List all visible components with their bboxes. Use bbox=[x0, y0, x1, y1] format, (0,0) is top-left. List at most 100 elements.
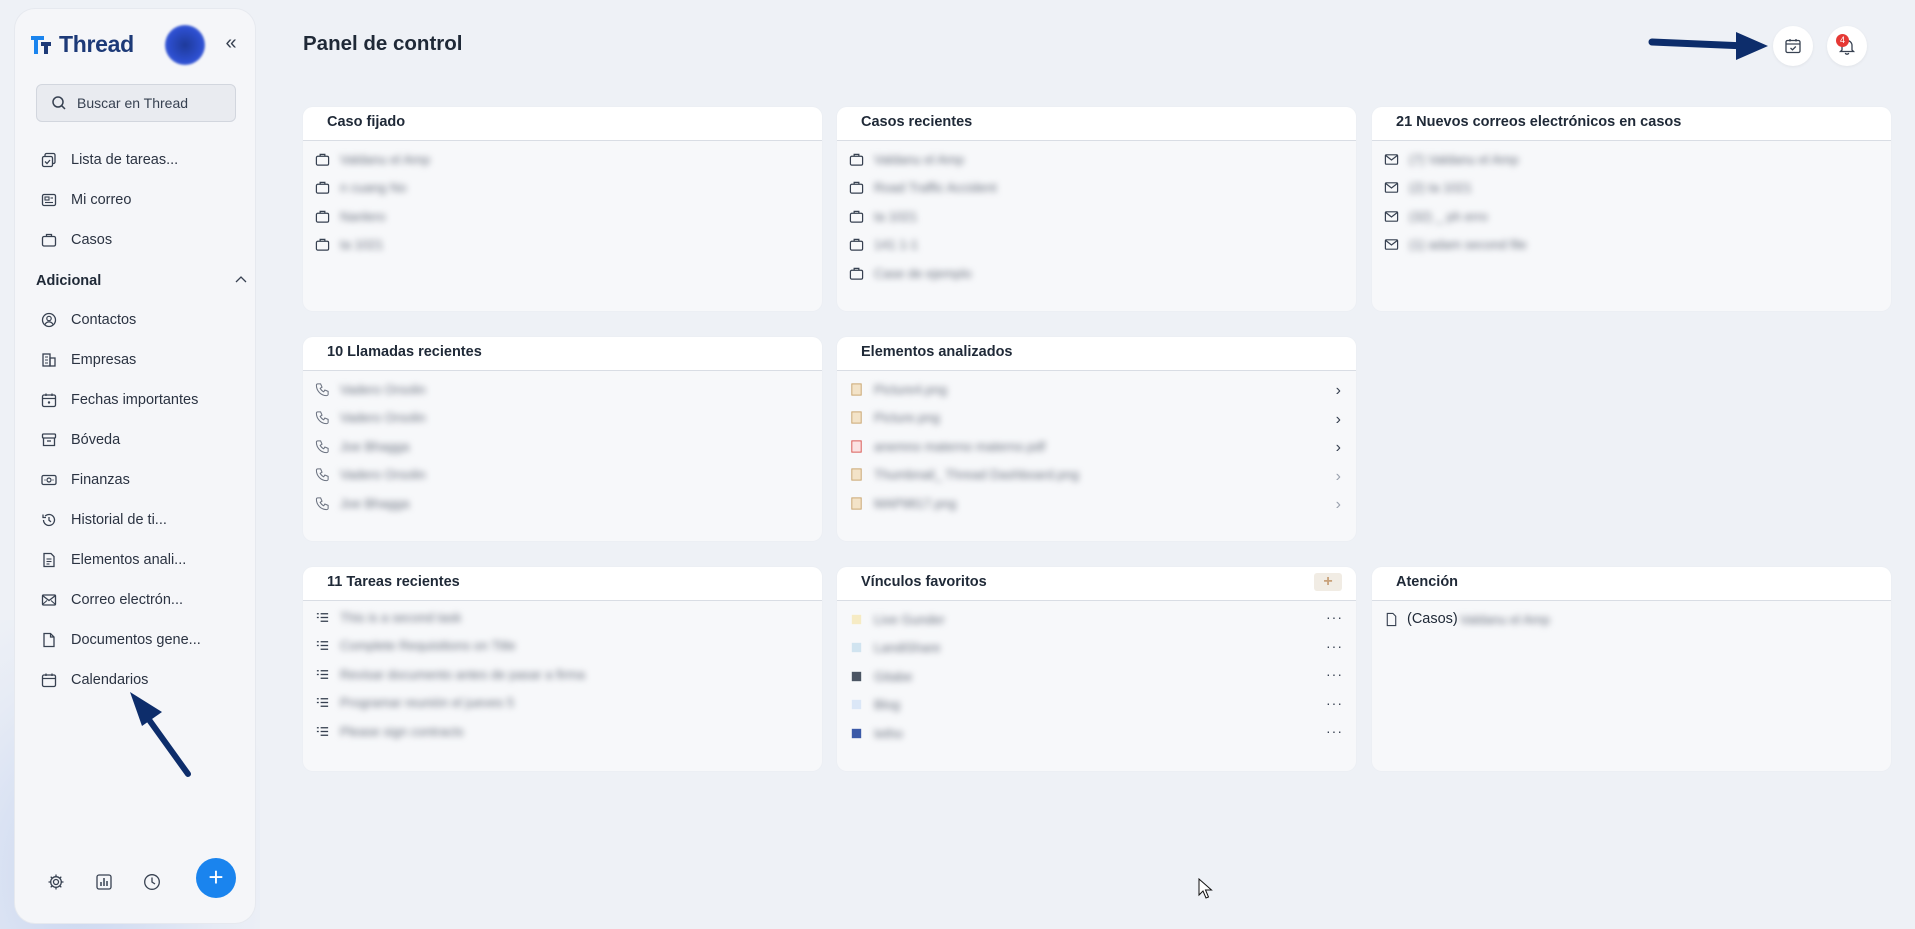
list-item[interactable]: Valdanu el Amp bbox=[837, 145, 1356, 174]
list-item[interactable]: (32) _ ph erro bbox=[1372, 202, 1891, 231]
list-item[interactable]: 141 1-1 bbox=[837, 231, 1356, 260]
search-placeholder: Buscar en Thread bbox=[77, 95, 189, 111]
task-list-icon bbox=[316, 726, 329, 736]
list-item[interactable]: Please sign contracts bbox=[303, 717, 822, 746]
sidebar-item-tasks[interactable]: Lista de tareas... bbox=[41, 152, 178, 168]
call-contact: Joe Bhagga bbox=[340, 438, 410, 454]
collapse-sidebar-icon[interactable]: « bbox=[221, 33, 241, 53]
file-icon bbox=[1386, 612, 1397, 626]
list-item[interactable]: Vadero Orsolin bbox=[303, 461, 822, 490]
sidebar-item-vault[interactable]: Bóveda bbox=[41, 432, 120, 448]
sidebar-item-mail[interactable]: Mi correo bbox=[41, 192, 131, 208]
sidebar-item-finances[interactable]: Finanzas bbox=[41, 472, 130, 488]
list-item[interactable]: (7) Valdanu el Amp bbox=[1372, 145, 1891, 174]
chevron-right-icon[interactable]: › bbox=[1336, 496, 1341, 514]
card-title: Casos recientes bbox=[837, 107, 1356, 141]
chevron-right-icon[interactable]: › bbox=[1336, 468, 1341, 486]
more-options-icon[interactable]: ··· bbox=[1326, 666, 1343, 682]
settings-icon[interactable] bbox=[45, 871, 67, 893]
list-item[interactable]: anemno materno materno.pdf › bbox=[837, 432, 1356, 461]
more-options-icon[interactable]: ··· bbox=[1326, 723, 1343, 739]
list-item[interactable]: MAP9817.png › bbox=[837, 489, 1356, 518]
section-additional[interactable]: Adicional bbox=[36, 273, 248, 289]
sidebar-item-cases[interactable]: Casos bbox=[41, 232, 112, 248]
thread-logo-icon bbox=[31, 35, 51, 54]
briefcase-icon bbox=[41, 233, 57, 247]
email-item: (32) _ ph erro bbox=[1409, 208, 1488, 224]
image-file-icon bbox=[851, 383, 862, 396]
list-item[interactable]: LandiShare ··· bbox=[837, 634, 1356, 663]
avatar[interactable] bbox=[165, 25, 205, 65]
list-item[interactable]: Road Traffic Accident bbox=[837, 174, 1356, 203]
add-button[interactable]: + bbox=[196, 858, 236, 898]
link-name: LandiShare bbox=[874, 640, 941, 656]
task-name: Programar reunión el jueves 5 bbox=[340, 695, 515, 711]
sidebar-item-history[interactable]: Historial de ti... bbox=[41, 512, 167, 528]
list-item[interactable]: ta 1021 bbox=[303, 231, 822, 260]
list-item[interactable]: Blog ··· bbox=[837, 691, 1356, 720]
calendar-check-button[interactable] bbox=[1773, 26, 1813, 66]
list-item[interactable]: Joe Bhagga bbox=[303, 432, 822, 461]
list-item[interactable]: (2) ta 1021 bbox=[1372, 174, 1891, 203]
list-item[interactable]: Thumbnail_ Thread Dashboard.png › bbox=[837, 461, 1356, 490]
chevron-right-icon[interactable]: › bbox=[1336, 411, 1341, 429]
list-item[interactable]: Picture.png › bbox=[837, 404, 1356, 433]
add-link-icon[interactable]: + bbox=[1314, 573, 1342, 591]
notifications-button[interactable]: 4 bbox=[1827, 26, 1867, 66]
reports-icon[interactable] bbox=[93, 871, 115, 893]
envelope-icon bbox=[1384, 182, 1399, 194]
card-title: 10 Llamadas recientes bbox=[303, 337, 822, 371]
case-name: Case de ejemplo bbox=[874, 265, 972, 281]
list-item[interactable]: ta 1021 bbox=[837, 202, 1356, 231]
list-item[interactable]: Programar reunión el jueves 5 bbox=[303, 689, 822, 718]
search-icon bbox=[52, 96, 66, 110]
more-options-icon[interactable]: ··· bbox=[1326, 638, 1343, 654]
list-item[interactable]: Ietho ··· bbox=[837, 719, 1356, 748]
link-name: Ietho bbox=[874, 725, 903, 741]
file-name: Picture.png bbox=[874, 410, 940, 426]
sidebar-item-analyzed[interactable]: Elementos anali... bbox=[41, 552, 186, 568]
briefcase-icon bbox=[849, 153, 864, 166]
sidebar-item-important-dates[interactable]: Fechas importantes bbox=[41, 392, 198, 408]
list-item[interactable]: Complete Requisitions on Title bbox=[303, 632, 822, 661]
chevron-right-icon[interactable]: › bbox=[1336, 382, 1341, 400]
list-item[interactable]: Picture4.png › bbox=[837, 375, 1356, 404]
list-item[interactable]: This is a second task bbox=[303, 603, 822, 632]
chevron-right-icon[interactable]: › bbox=[1336, 439, 1341, 457]
logo[interactable]: Thread bbox=[29, 31, 134, 58]
list-item[interactable]: Gitabe ··· bbox=[837, 662, 1356, 691]
sidebar-item-label: Correo electrón... bbox=[71, 592, 184, 608]
search-input[interactable]: Buscar en Thread bbox=[36, 84, 236, 122]
sidebar-item-companies[interactable]: Empresas bbox=[41, 352, 136, 368]
list-item[interactable]: (1) adam second file bbox=[1372, 231, 1891, 260]
list-item[interactable]: (Casos) Valdanu el Amp bbox=[1372, 605, 1891, 634]
sidebar-item-calendars[interactable]: Calendarios bbox=[41, 672, 148, 688]
list-item[interactable]: Vadero Orsolin bbox=[303, 375, 822, 404]
sidebar-item-contacts[interactable]: Contactos bbox=[41, 312, 136, 328]
sidebar-item-label: Elementos anali... bbox=[71, 552, 187, 568]
list-item[interactable]: Revisar documento antes de pasar a firma bbox=[303, 660, 822, 689]
list-item[interactable]: Nanlero bbox=[303, 202, 822, 231]
list-item[interactable]: Joe Bhagga bbox=[303, 489, 822, 518]
list-item[interactable]: Valdanu el Amp bbox=[303, 145, 822, 174]
list-item[interactable]: Case de ejemplo bbox=[837, 259, 1356, 288]
list-item[interactable]: Vadero Orsolin bbox=[303, 404, 822, 433]
favicon-icon bbox=[851, 614, 862, 624]
list-item[interactable]: Live Gunder ··· bbox=[837, 605, 1356, 634]
image-file-icon bbox=[851, 497, 862, 510]
list-item[interactable]: n cuang No bbox=[303, 174, 822, 203]
clock-icon[interactable] bbox=[141, 871, 163, 893]
sidebar-item-label: Bóveda bbox=[71, 432, 121, 448]
envelope-icon bbox=[41, 594, 57, 606]
sidebar-item-email[interactable]: Correo electrón... bbox=[41, 592, 183, 608]
chevron-up-icon[interactable] bbox=[234, 273, 248, 287]
more-options-icon[interactable]: ··· bbox=[1326, 609, 1343, 625]
mail-icon bbox=[41, 193, 57, 207]
file-icon bbox=[43, 632, 55, 648]
sidebar-item-generated-docs[interactable]: Documentos gene... bbox=[41, 632, 201, 648]
more-options-icon[interactable]: ··· bbox=[1326, 695, 1343, 711]
sidebar-item-label: Calendarios bbox=[71, 672, 149, 688]
file-name: Thumbnail_ Thread Dashboard.png bbox=[874, 467, 1080, 483]
task-list-icon bbox=[316, 669, 329, 679]
phone-icon bbox=[315, 411, 329, 425]
